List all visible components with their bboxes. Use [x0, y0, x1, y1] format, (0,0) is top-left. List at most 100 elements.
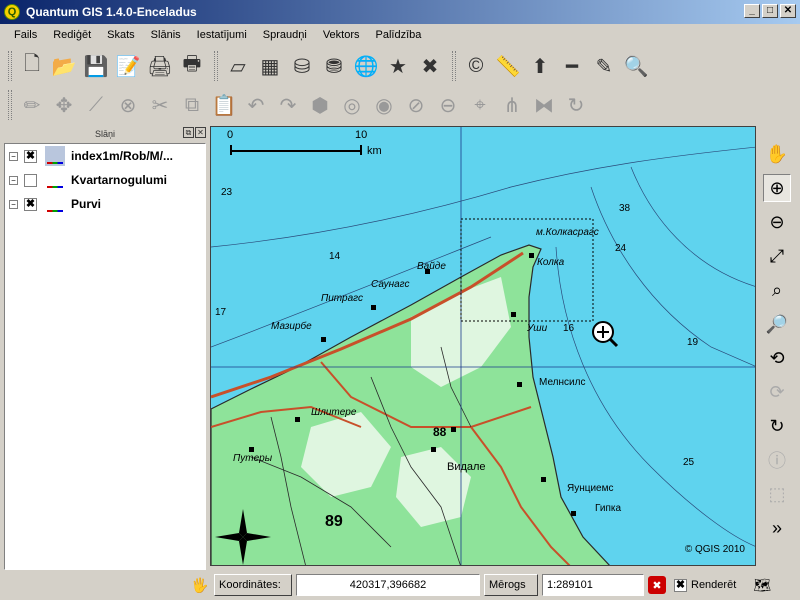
close-button[interactable]: ✕ — [780, 4, 796, 18]
map-label: Мелнсилс — [539, 377, 586, 388]
menu-item[interactable]: Rediģēt — [45, 29, 99, 41]
copyright-label-icon[interactable]: © — [460, 50, 492, 82]
map-label: Вайде — [417, 261, 446, 272]
delete-ring-icon[interactable]: ⊘ — [400, 89, 432, 121]
copy-features-icon[interactable]: ⧉ — [176, 89, 208, 121]
delete-selected-icon[interactable]: ⊗ — [112, 89, 144, 121]
zoom-next-icon[interactable]: ⟳ — [763, 378, 791, 406]
scale-bar-icon[interactable]: 📏 — [492, 50, 524, 82]
map-label: Саунагс — [371, 279, 410, 290]
add-wms-layer-icon[interactable]: 🌐 — [350, 50, 382, 82]
menu-item[interactable]: Spraudņi — [255, 29, 315, 41]
measure-area-icon[interactable]: ✎ — [588, 50, 620, 82]
layer-visibility-checkbox[interactable] — [24, 173, 37, 187]
toolbar-grip[interactable] — [214, 51, 218, 81]
measure-line-icon[interactable]: ━ — [556, 50, 588, 82]
layer-visibility-checkbox[interactable]: ✖ — [24, 197, 37, 211]
menu-item[interactable]: Fails — [6, 29, 45, 41]
reshape-features-icon[interactable]: ⌖ — [464, 89, 496, 121]
collapse-toggle[interactable]: − — [9, 175, 18, 185]
select-features-icon[interactable]: ⬚ — [763, 480, 791, 508]
rotate-labels-icon[interactable]: ↻ — [560, 89, 592, 121]
add-vector-layer-icon[interactable]: ▱ — [222, 50, 254, 82]
depth-label: 14 — [329, 251, 341, 262]
cut-features-icon[interactable]: ✂ — [144, 89, 176, 121]
menu-bar: Fails Rediģēt Skats Slānis Iestatījumi Spraud… — [0, 24, 800, 46]
layer-visibility-checkbox[interactable]: ✖ — [24, 149, 37, 163]
layer-name: index1m/Rob/M/... — [71, 149, 174, 163]
float-panel-button[interactable]: ⧉ — [183, 127, 194, 138]
add-island-icon[interactable]: ◉ — [368, 89, 400, 121]
pan-icon[interactable]: ✋ — [763, 140, 791, 168]
map-navigation-toolbar: ✋ ⊕ ⊖ ⤢ ⌕ 🔎 ⟲ ⟳ ↻ ⓘ ⬚ » — [758, 126, 796, 566]
simplify-feature-icon[interactable]: ⬢ — [304, 89, 336, 121]
toolbar-grip[interactable] — [452, 51, 456, 81]
render-checkbox[interactable]: ✖ — [674, 578, 687, 592]
raster-layer-icon — [45, 194, 65, 214]
menu-item[interactable]: Vektors — [315, 29, 368, 41]
menu-item[interactable]: Palīdzība — [368, 29, 430, 41]
coordinates-toggle-button[interactable]: Koordinātes: — [214, 574, 292, 596]
map-label: Видале — [447, 461, 486, 473]
zoom-last-icon[interactable]: ⟲ — [763, 344, 791, 372]
layer-item[interactable]: − Kvartarnogulumi — [5, 168, 205, 192]
layer-item[interactable]: − ✖ index1m/Rob/M/... — [5, 144, 205, 168]
minimize-button[interactable]: _ — [744, 4, 760, 18]
toolbar-grip[interactable] — [8, 51, 12, 81]
add-postgis-layer-icon[interactable]: ⛁ — [286, 50, 318, 82]
save-as-icon[interactable]: 📝 — [112, 50, 144, 82]
maximize-button[interactable]: □ — [762, 4, 778, 18]
zoom-to-layer-icon[interactable]: 🔎 — [763, 310, 791, 338]
menu-item[interactable]: Iestatījumi — [189, 29, 255, 41]
layer-name: Kvartarnogulumi — [71, 173, 168, 187]
new-project-icon[interactable]: 🗋 — [16, 50, 48, 82]
depth-label: 38 — [619, 203, 631, 214]
render-toggle[interactable]: ✖ Renderēt — [670, 574, 741, 596]
map-canvas[interactable]: 0 10 km Колка м.Колкасрагс Вайде Саунагс… — [210, 126, 756, 566]
remove-layer-icon[interactable]: ✖ — [414, 50, 446, 82]
toggle-editing-icon[interactable]: ✏ — [16, 89, 48, 121]
new-vector-layer-icon[interactable]: ★ — [382, 50, 414, 82]
menu-item[interactable]: Slānis — [143, 29, 189, 41]
capture-line-icon[interactable]: ⟋ — [80, 89, 112, 121]
layer-item[interactable]: − ✖ Purvi — [5, 192, 205, 216]
scale-label: Mērogs — [484, 574, 538, 596]
zoom-full-icon[interactable]: ⤢ — [763, 242, 791, 270]
projection-icon[interactable]: 🗺 — [752, 574, 772, 596]
crs-status-icon[interactable]: 🖐 — [190, 574, 210, 596]
merge-features-icon[interactable]: ⧓ — [528, 89, 560, 121]
collapse-toggle[interactable]: − — [9, 151, 18, 161]
open-project-icon[interactable]: 📂 — [48, 50, 80, 82]
identify-features-icon[interactable]: ⓘ — [763, 446, 791, 474]
north-arrow-icon[interactable]: ⬆ — [524, 50, 556, 82]
refresh-icon[interactable]: ↻ — [763, 412, 791, 440]
print-icon[interactable]: 🖶 — [176, 50, 208, 82]
close-panel-button[interactable]: ✕ — [195, 127, 206, 138]
menu-item[interactable]: Skats — [99, 29, 143, 41]
stop-render-icon[interactable]: ✖ — [648, 576, 666, 594]
more-tools-icon[interactable]: » — [763, 514, 791, 542]
capture-point-icon[interactable]: ✥ — [48, 89, 80, 121]
toolbar-grip[interactable] — [8, 90, 12, 120]
scale-input[interactable]: 1:289101 — [542, 574, 644, 596]
status-bar: 🖐 Koordinātes: 420317,396682 Mērogs 1:28… — [0, 570, 800, 600]
layers-list[interactable]: − ✖ index1m/Rob/M/... − Kvartarnogulumi … — [4, 143, 206, 570]
zoom-to-selection-icon[interactable]: ⌕ — [763, 276, 791, 304]
zoom-in-icon[interactable]: ⊕ — [763, 174, 791, 202]
add-spatialite-layer-icon[interactable]: ⛃ — [318, 50, 350, 82]
identify-icon[interactable]: 🔍 — [620, 50, 652, 82]
split-features-icon[interactable]: ⋔ — [496, 89, 528, 121]
add-raster-layer-icon[interactable]: ▦ — [254, 50, 286, 82]
save-project-icon[interactable]: 💾 — [80, 50, 112, 82]
print-composer-icon[interactable]: 🖨 — [144, 50, 176, 82]
paste-features-icon[interactable]: 📋 — [208, 89, 240, 121]
collapse-toggle[interactable]: − — [9, 199, 18, 209]
add-ring-icon[interactable]: ◎ — [336, 89, 368, 121]
map-label: Мазирбе — [271, 321, 312, 332]
elevation-label: 89 — [325, 513, 343, 530]
title-bar[interactable]: Q Quantum GIS 1.4.0-Enceladus _ □ ✕ — [0, 0, 800, 24]
redo-icon[interactable]: ↷ — [272, 89, 304, 121]
zoom-out-icon[interactable]: ⊖ — [763, 208, 791, 236]
undo-icon[interactable]: ↶ — [240, 89, 272, 121]
delete-part-icon[interactable]: ⊖ — [432, 89, 464, 121]
